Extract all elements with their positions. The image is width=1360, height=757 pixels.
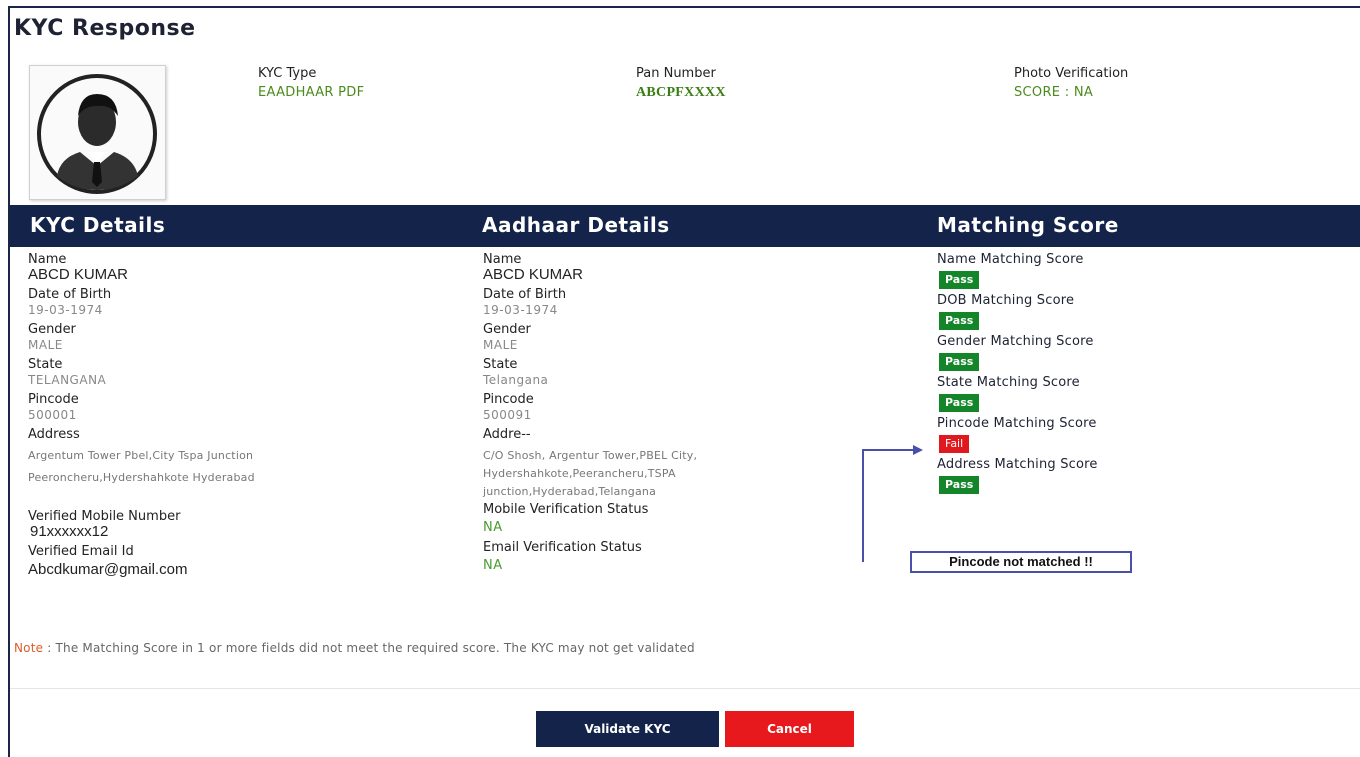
photo-verification-value: SCORE : NA [1014, 85, 1094, 100]
page-title: KYC Response [14, 16, 196, 41]
aadhaar-name-value: ABCD KUMAR [483, 266, 584, 283]
aadhaar-address-line1: C/O Shosh, Argentur Tower,PBEL City, [483, 449, 698, 462]
kyc-email-label: Verified Email Id [28, 544, 134, 559]
aadhaar-address-line3: junction,Hyderabad,Telangana [483, 485, 657, 498]
kyc-type-block: KYC Type EAADHAAR PDF [258, 66, 364, 100]
pincode-score-badge: Fail [939, 435, 970, 453]
validation-note: Note : The Matching Score in 1 or more f… [14, 641, 695, 655]
aadhaar-name-label: Name [483, 252, 522, 267]
address-score-label: Address Matching Score [937, 457, 1098, 472]
aadhaar-pincode-label: Pincode [483, 392, 534, 407]
kyc-address-line2: Peeroncheru,Hydershahkote Hyderabad [28, 471, 255, 484]
aadhaar-details-heading: Aadhaar Details [482, 213, 670, 237]
kyc-gender-label: Gender [28, 322, 76, 337]
photo-verification-block: Photo Verification SCORE : NA [1014, 66, 1128, 100]
aadhaar-details-column: Name ABCD KUMAR Date of Birth 19-03-1974… [483, 252, 903, 578]
address-score-item: Address Matching Score Pass [937, 457, 1237, 498]
kyc-mobile-label: Verified Mobile Number [28, 509, 181, 524]
details-header-bar: KYC Details Aadhaar Details Matching Sco… [10, 205, 1360, 247]
state-score-badge: Pass [939, 394, 980, 412]
name-score-badge: Pass [939, 271, 980, 289]
dob-score-badge: Pass [939, 312, 980, 330]
kyc-mobile-value: 91xxxxxx12 [30, 523, 109, 540]
gender-score-item: Gender Matching Score Pass [937, 334, 1237, 375]
dob-score-item: DOB Matching Score Pass [937, 293, 1237, 334]
matching-score-heading: Matching Score [937, 213, 1119, 237]
kyc-dob-value: 19-03-1974 [28, 303, 103, 317]
kyc-gender-value: MALE [28, 338, 63, 352]
kyc-details-heading: KYC Details [30, 213, 166, 237]
gender-score-badge: Pass [939, 353, 980, 371]
kyc-type-value: EAADHAAR PDF [258, 85, 365, 100]
matching-score-column: Name Matching Score Pass DOB Matching Sc… [937, 252, 1237, 498]
state-score-label: State Matching Score [937, 375, 1080, 390]
aadhaar-address-label: Addre-- [483, 427, 531, 442]
aadhaar-state-value: Telangana [483, 373, 549, 387]
pan-number-value: ABCPFXXXX [636, 85, 726, 100]
aadhaar-dob-value: 19-03-1974 [483, 303, 558, 317]
kyc-state-value: TELANGANA [28, 373, 107, 387]
email-status-value: NA [483, 558, 503, 573]
aadhaar-dob-label: Date of Birth [483, 287, 567, 302]
pan-number-label: Pan Number [636, 66, 716, 81]
aadhaar-pincode-value: 500091 [483, 408, 532, 422]
mobile-status-label: Mobile Verification Status [483, 502, 649, 517]
validate-kyc-button[interactable]: Validate KYC [536, 711, 719, 747]
address-score-badge: Pass [939, 476, 980, 494]
kyc-dob-label: Date of Birth [28, 287, 112, 302]
kyc-address-line1: Argentum Tower Pbel,City Tspa Junction [28, 449, 254, 462]
footer-divider [10, 688, 1360, 689]
photo-verification-label: Photo Verification [1014, 66, 1129, 81]
kyc-type-label: KYC Type [258, 66, 317, 81]
state-score-item: State Matching Score Pass [937, 375, 1237, 416]
aadhaar-gender-label: Gender [483, 322, 531, 337]
pincode-score-item: Pincode Matching Score Fail [937, 416, 1237, 457]
note-text: : The Matching Score in 1 or more fields… [43, 641, 695, 655]
kyc-pincode-label: Pincode [28, 392, 79, 407]
kyc-address-label: Address [28, 427, 80, 442]
aadhaar-address-line2: Hydershahkote,Peerancheru,TSPA [483, 467, 676, 480]
cancel-button[interactable]: Cancel [725, 711, 854, 747]
kyc-pincode-value: 500001 [28, 408, 77, 422]
dob-score-label: DOB Matching Score [937, 293, 1075, 308]
kyc-state-label: State [28, 357, 63, 372]
aadhaar-gender-value: MALE [483, 338, 518, 352]
user-avatar-icon [37, 74, 157, 194]
kyc-details-column: Name ABCD KUMAR Date of Birth 19-03-1974… [28, 252, 448, 582]
pincode-mismatch-callout: Pincode not matched !! [910, 551, 1132, 573]
kyc-name-value: ABCD KUMAR [28, 266, 129, 283]
note-prefix: Note [14, 641, 44, 655]
aadhaar-state-label: State [483, 357, 518, 372]
pincode-score-label: Pincode Matching Score [937, 416, 1097, 431]
avatar [29, 65, 166, 200]
kyc-name-label: Name [28, 252, 67, 267]
kyc-email-value: Abcdkumar@gmail.com [28, 561, 188, 578]
pan-number-block: Pan Number ABCPFXXXX [636, 66, 726, 101]
gender-score-label: Gender Matching Score [937, 334, 1094, 349]
mobile-status-value: NA [483, 520, 503, 535]
email-status-label: Email Verification Status [483, 540, 642, 555]
name-score-label: Name Matching Score [937, 252, 1084, 267]
name-score-item: Name Matching Score Pass [937, 252, 1237, 293]
